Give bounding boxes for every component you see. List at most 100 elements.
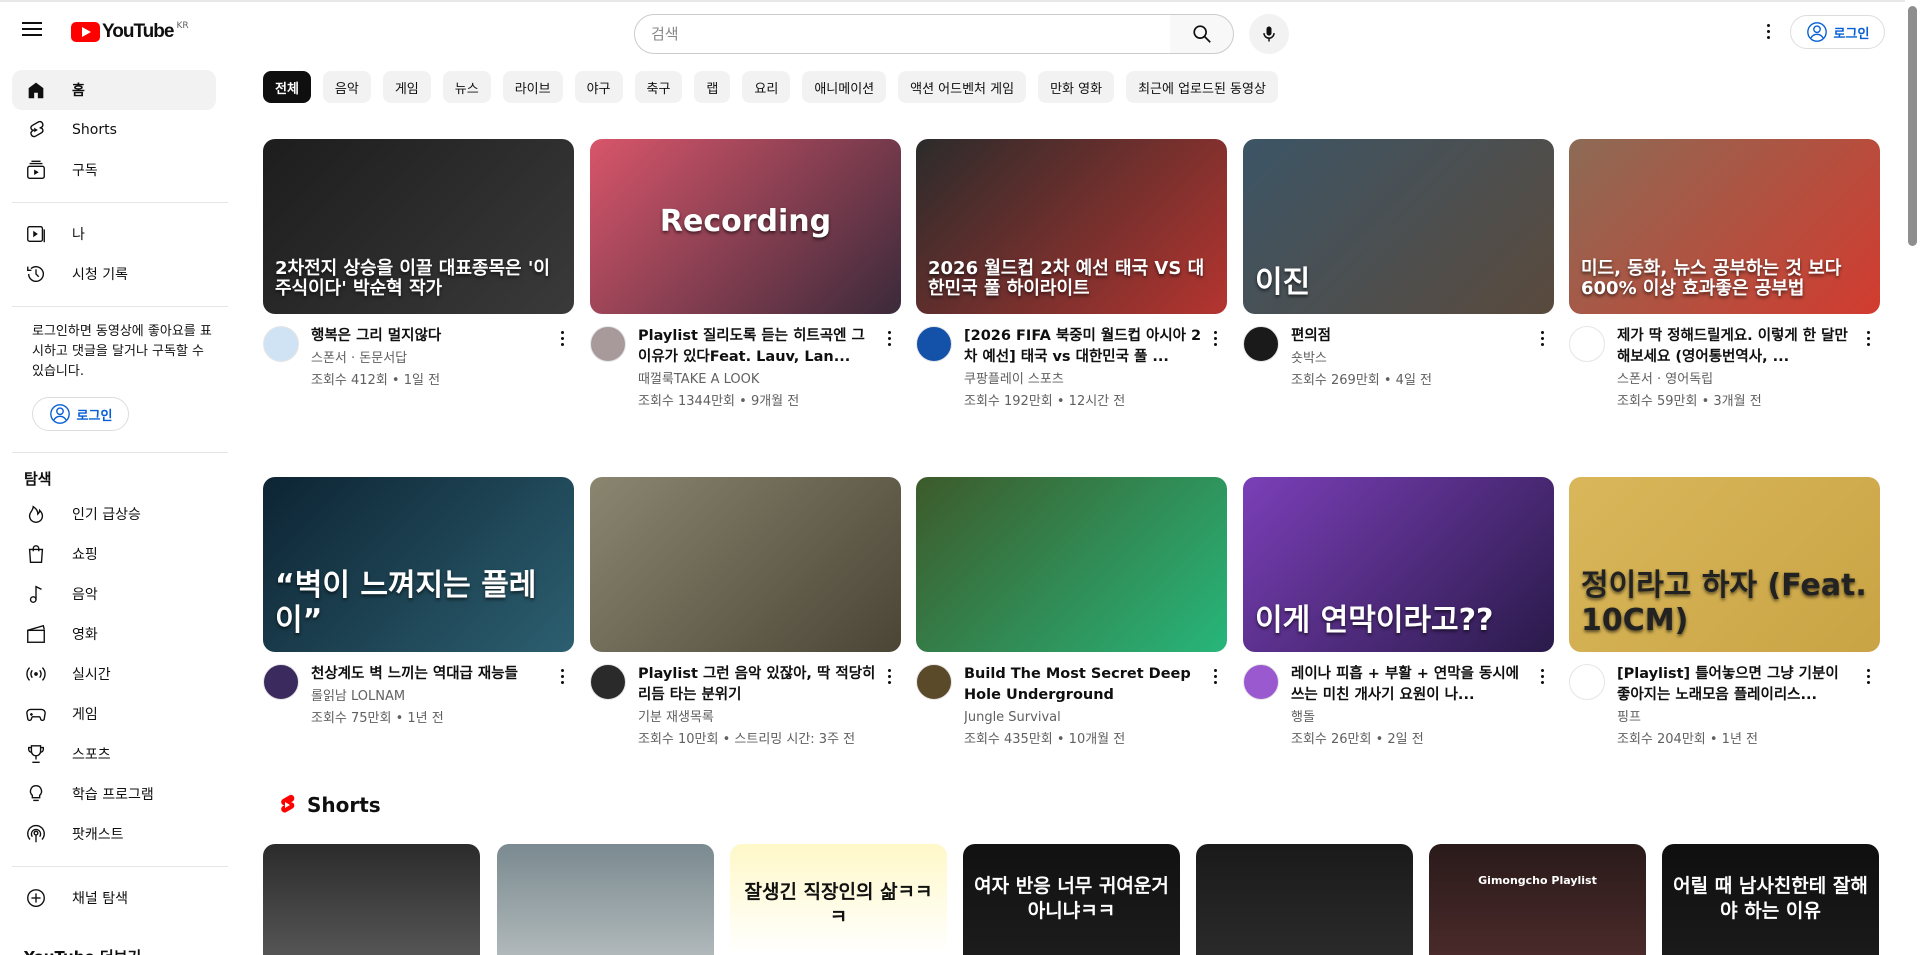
video-title[interactable]: 제가 딱 정해드릴게요. 이렇게 한 달만 해보세요 (영어통번역사, ... — [1617, 326, 1856, 368]
short-thumbnail[interactable] — [1196, 844, 1413, 955]
video-menu-icon[interactable] — [550, 664, 574, 688]
filter-chip[interactable]: 애니메이션 — [802, 71, 887, 103]
video-card[interactable]: 미드, 동화, 뉴스 공부하는 것 보다 600% 이상 효과좋은 공부법 제가… — [1569, 139, 1880, 412]
channel-name[interactable]: 롤읽남 LOLNAM — [311, 687, 550, 707]
video-card[interactable]: 2026 월드컵 2차 예선 태국 VS 대한민국 풀 하이라이트 [2026 … — [916, 139, 1227, 412]
login-button[interactable]: 로그인 — [1790, 15, 1885, 49]
video-card[interactable]: Playlist 그런 음악 있잖아, 딱 적당히 리듬 타는 분위기 기분 재… — [590, 477, 901, 750]
short-thumbnail[interactable]: Gimongcho Playlist — [1429, 844, 1646, 955]
video-menu-icon[interactable] — [1530, 326, 1554, 350]
video-menu-icon[interactable] — [1856, 326, 1880, 350]
channel-avatar[interactable] — [916, 326, 952, 362]
channel-name[interactable]: 기분 재생목록 — [638, 708, 877, 728]
channel-name[interactable]: 스폰서 · 돈문서답 — [311, 349, 550, 369]
video-thumbnail[interactable]: 2차전지 상승을 이끌 대표종목은 '이 주식이다' 박순혁 작가 — [263, 139, 574, 314]
filter-chip[interactable]: 뉴스 — [442, 71, 491, 103]
filter-chip[interactable]: 요리 — [742, 71, 791, 103]
channel-avatar[interactable] — [1569, 326, 1605, 362]
filter-chip[interactable]: 최근에 업로드된 동영상 — [1126, 71, 1278, 103]
short-thumbnail[interactable]: 잘생긴 직장인의 삶ㅋㅋㅋ — [730, 844, 947, 955]
sidebar-item-trending[interactable]: 인기 급상승 — [12, 494, 216, 534]
sidebar-item-you[interactable]: 나 — [12, 214, 216, 254]
sidebar-item-learning[interactable]: 학습 프로그램 — [12, 774, 216, 814]
search-input[interactable] — [634, 14, 1171, 54]
search-button[interactable] — [1170, 14, 1234, 54]
channel-name[interactable]: 행돌 — [1291, 708, 1530, 728]
video-card[interactable]: 2차전지 상승을 이끌 대표종목은 '이 주식이다' 박순혁 작가 행복은 그리… — [263, 139, 574, 391]
filter-chip[interactable]: 라이브 — [502, 71, 563, 103]
video-card[interactable]: Build The Most Secret Deep Hole Undergro… — [916, 477, 1227, 750]
video-title[interactable]: Playlist 질리도록 듣는 히트곡엔 그 이유가 있다Feat. Lauv… — [638, 326, 877, 368]
sidebar-item-subscriptions[interactable]: 구독 — [12, 150, 216, 190]
video-title[interactable]: [2026 FIFA 북중미 월드컵 아시아 2차 예선] 태국 vs 대한민국… — [964, 326, 1203, 368]
channel-name[interactable]: 쿠팡플레이 스포츠 — [964, 370, 1203, 390]
video-title[interactable]: 천상계도 벽 느끼는 역대급 재능들 — [311, 664, 550, 685]
sidebar-item-music[interactable]: 음악 — [12, 574, 216, 614]
video-thumbnail[interactable] — [916, 477, 1227, 652]
video-card[interactable]: “벽이 느껴지는 플레이” 천상계도 벽 느끼는 역대급 재능들 롤읽남 LOL… — [263, 477, 574, 729]
menu-icon[interactable] — [20, 18, 44, 42]
settings-menu-icon[interactable] — [1756, 19, 1780, 43]
voice-search-button[interactable] — [1249, 14, 1289, 54]
sidebar-item-sports[interactable]: 스포츠 — [12, 734, 216, 774]
video-thumbnail[interactable]: Recording — [590, 139, 901, 314]
channel-avatar[interactable] — [263, 664, 299, 700]
filter-chip[interactable]: 만화 영화 — [1038, 71, 1115, 103]
video-card[interactable]: 이게 연막이라고?? 레이나 피흡 + 부활 + 연막을 동시에 쓰는 미친 개… — [1243, 477, 1554, 750]
video-thumbnail[interactable]: 2026 월드컵 2차 예선 태국 VS 대한민국 풀 하이라이트 — [916, 139, 1227, 314]
sidebar-item-podcasts[interactable]: 팟캐스트 — [12, 814, 216, 854]
sidebar-item-history[interactable]: 시청 기록 — [12, 254, 216, 294]
youtube-logo[interactable]: YouTube KR — [71, 21, 189, 43]
sidebar-item-movies[interactable]: 영화 — [12, 614, 216, 654]
filter-chip[interactable]: 전체 — [263, 71, 311, 103]
sidebar-login-button[interactable]: 로그인 — [32, 397, 129, 431]
filter-chip[interactable]: 랩 — [694, 71, 731, 103]
short-thumbnail[interactable] — [497, 844, 714, 955]
short-thumbnail[interactable]: 어릴 때 남사친한테 잘해야 하는 이유 — [1662, 844, 1879, 955]
channel-name[interactable]: Jungle Survival — [964, 708, 1203, 728]
channel-name[interactable]: 숏박스 — [1291, 349, 1530, 369]
video-menu-icon[interactable] — [1530, 664, 1554, 688]
filter-chip[interactable]: 축구 — [634, 71, 683, 103]
channel-name[interactable]: 스폰서 · 영어독립 — [1617, 370, 1856, 390]
short-thumbnail[interactable]: 여자 반응 너무 귀여운거 아니냐ㅋㅋ — [963, 844, 1180, 955]
channel-avatar[interactable] — [916, 664, 952, 700]
sidebar-item-gaming[interactable]: 게임 — [12, 694, 216, 734]
channel-avatar[interactable] — [1243, 664, 1279, 700]
video-thumbnail[interactable]: 미드, 동화, 뉴스 공부하는 것 보다 600% 이상 효과좋은 공부법 — [1569, 139, 1880, 314]
video-title[interactable]: 편의점 — [1291, 326, 1530, 347]
channel-avatar[interactable] — [590, 664, 626, 700]
video-menu-icon[interactable] — [877, 326, 901, 350]
channel-name[interactable]: 핑프 — [1617, 708, 1856, 728]
filter-chip[interactable]: 야구 — [574, 71, 623, 103]
video-title[interactable]: [Playlist] 틀어놓으면 그냥 기분이 좋아지는 노래모음 플레이리스.… — [1617, 664, 1856, 706]
video-thumbnail[interactable]: 이진 — [1243, 139, 1554, 314]
video-thumbnail[interactable]: 이게 연막이라고?? — [1243, 477, 1554, 652]
video-thumbnail[interactable] — [590, 477, 901, 652]
video-menu-icon[interactable] — [550, 326, 574, 350]
video-title[interactable]: 레이나 피흡 + 부활 + 연막을 동시에 쓰는 미친 개사기 요원이 나... — [1291, 664, 1530, 706]
video-menu-icon[interactable] — [1856, 664, 1880, 688]
video-menu-icon[interactable] — [1203, 326, 1227, 350]
channel-avatar[interactable] — [590, 326, 626, 362]
channel-avatar[interactable] — [1569, 664, 1605, 700]
short-thumbnail[interactable] — [263, 844, 480, 955]
channel-avatar[interactable] — [1243, 326, 1279, 362]
video-card[interactable]: 이진 편의점 숏박스 조회수 269만회 • 4일 전 — [1243, 139, 1554, 391]
video-card[interactable]: 정이라고 하자 (Feat. 10CM) [Playlist] 틀어놓으면 그냥… — [1569, 477, 1880, 750]
filter-chip[interactable]: 음악 — [322, 71, 371, 103]
filter-chip[interactable]: 게임 — [382, 71, 431, 103]
video-thumbnail[interactable]: 정이라고 하자 (Feat. 10CM) — [1569, 477, 1880, 652]
channel-name[interactable]: 때껄룩TAKE A LOOK — [638, 370, 877, 390]
video-menu-icon[interactable] — [877, 664, 901, 688]
video-title[interactable]: Build The Most Secret Deep Hole Undergro… — [964, 664, 1203, 706]
sidebar-item-shopping[interactable]: 쇼핑 — [12, 534, 216, 574]
sidebar-item-home[interactable]: 홈 — [12, 70, 216, 110]
video-menu-icon[interactable] — [1203, 664, 1227, 688]
channel-avatar[interactable] — [263, 326, 299, 362]
filter-chip[interactable]: 액션 어드벤처 게임 — [898, 71, 1027, 103]
video-title[interactable]: 행복은 그리 멀지않다 — [311, 326, 550, 347]
sidebar-item-browse-channels[interactable]: 채널 탐색 — [12, 878, 216, 918]
sidebar-item-live[interactable]: 실시간 — [12, 654, 216, 694]
scrollbar-thumb[interactable] — [1908, 6, 1917, 246]
